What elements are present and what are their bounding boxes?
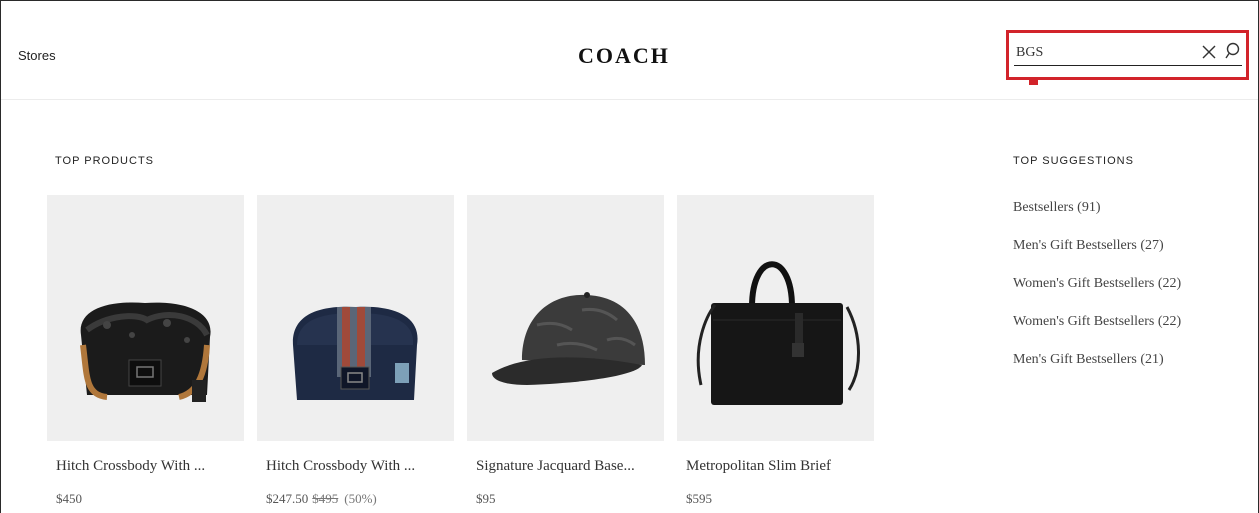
original-price: $495: [312, 491, 339, 506]
product-image-hitch-crossbody-black[interactable]: [47, 195, 244, 441]
brief-bag-image: [696, 261, 860, 405]
suggestion-mens-gift-bestsellers[interactable]: Men's Gift Bestsellers (27): [1013, 238, 1164, 254]
product-image-signature-cap[interactable]: [467, 195, 664, 441]
product-price-1: $450: [56, 491, 82, 507]
product-name-3[interactable]: Signature Jacquard Base...: [476, 458, 673, 475]
product-price-3: $95: [476, 491, 496, 507]
product-name-1[interactable]: Hitch Crossbody With ...: [56, 458, 253, 475]
highlight-marker: [1029, 80, 1038, 85]
price: $595: [686, 491, 712, 506]
discount-percent: (50%): [344, 491, 377, 506]
search-input[interactable]: [1014, 42, 1196, 64]
price: $450: [56, 491, 82, 506]
product-price-2: $247.50 $495 (50%): [266, 491, 377, 507]
baseball-cap-image: [492, 292, 645, 385]
product-image-hitch-crossbody-navy[interactable]: [257, 195, 454, 441]
sale-price: $247.50: [266, 491, 309, 506]
product-price-4: $595: [686, 491, 712, 507]
crossbody-bag-image: [80, 302, 211, 402]
search-highlight-box: [1006, 30, 1249, 85]
price: $95: [476, 491, 496, 506]
product-name-2[interactable]: Hitch Crossbody With ...: [266, 458, 463, 475]
top-suggestions-title: TOP SUGGESTIONS: [1013, 155, 1134, 167]
top-products-title: TOP PRODUCTS: [55, 155, 154, 167]
stores-link[interactable]: Stores: [18, 48, 56, 63]
suggestion-womens-gift-bestsellers-2[interactable]: Women's Gift Bestsellers (22): [1013, 314, 1181, 330]
search-underline: [1014, 65, 1242, 66]
suggestion-mens-gift-bestsellers-2[interactable]: Men's Gift Bestsellers (21): [1013, 352, 1164, 368]
search-icon: [1225, 42, 1240, 59]
close-icon: [1202, 45, 1216, 59]
suggestion-bestsellers[interactable]: Bestsellers (91): [1013, 200, 1100, 216]
coach-logo[interactable]: COACH: [578, 43, 670, 69]
suggestion-womens-gift-bestsellers[interactable]: Women's Gift Bestsellers (22): [1013, 276, 1181, 292]
search-button[interactable]: [1225, 42, 1242, 60]
clear-search-button[interactable]: [1201, 44, 1217, 60]
crossbody-bag-image: [292, 306, 418, 400]
product-name-4[interactable]: Metropolitan Slim Brief: [686, 458, 883, 475]
product-image-metropolitan-brief[interactable]: [677, 195, 874, 441]
